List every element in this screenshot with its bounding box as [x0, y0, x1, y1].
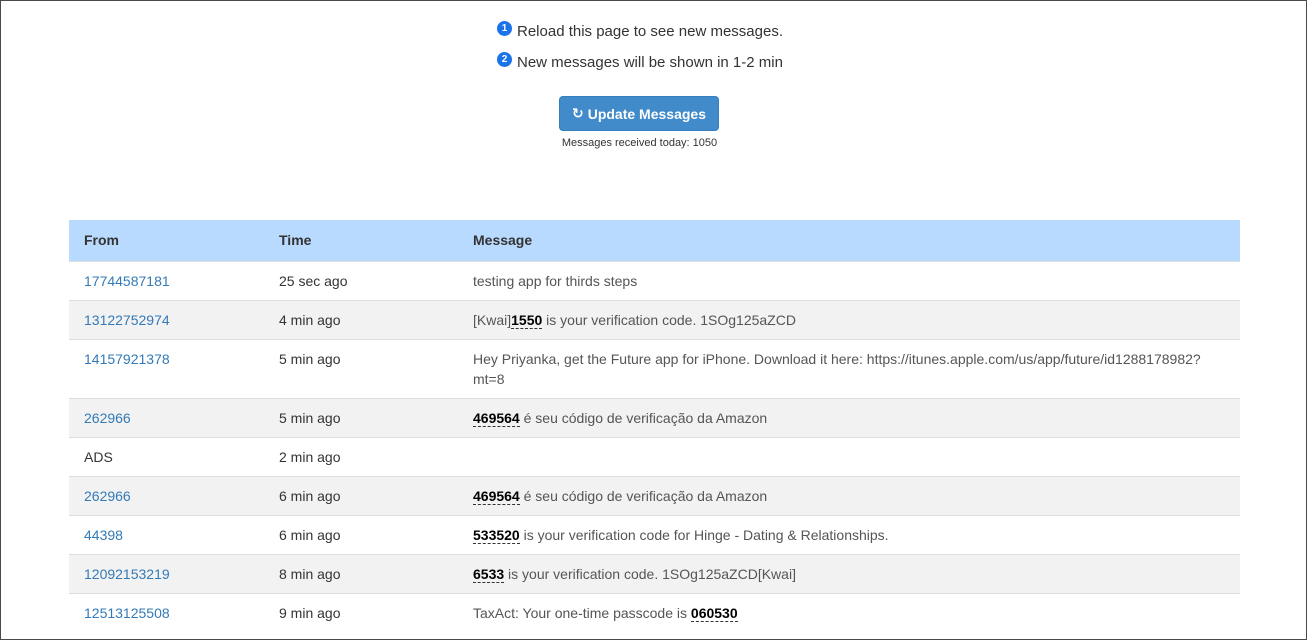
sender-link[interactable]: 13122752974	[84, 312, 170, 328]
cell-time: 5 min ago	[264, 338, 458, 398]
messages-table: From Time Message 17744587181 25 sec ago t…	[69, 220, 1240, 632]
cell-from: 12092153219	[69, 553, 264, 593]
cell-message: Hey Priyanka, get the Future app for iPh…	[458, 338, 1240, 398]
table-row: 262966 6 min ago 469564 é seu código de ve…	[69, 475, 1240, 515]
message-text: é seu código de verificação da Amazon	[519, 487, 768, 504]
messages-count: Messages received today: 1050	[561, 137, 718, 149]
header-from: From	[69, 220, 264, 261]
update-messages-button[interactable]: ↻ Update Messages	[559, 96, 719, 131]
cell-message: TaxAct: Your one-time passcode is 060530	[458, 592, 1240, 632]
cell-time: 9 min ago	[264, 592, 458, 632]
message-text: é seu código de verificação da Amazon	[519, 409, 768, 426]
sender-link[interactable]: 44398	[84, 527, 123, 543]
table-row: 44398 6 min ago 533520 is your verificatio…	[69, 514, 1240, 554]
table-row: 13122752974 4 min ago [Kwai]1550 is your v…	[69, 299, 1240, 339]
cell-time: 2 min ago	[264, 436, 458, 476]
verification-code: 6533	[473, 565, 505, 583]
verification-code: 060530	[690, 604, 738, 622]
cell-from: 262966	[69, 475, 264, 515]
cell-message: [Kwai]1550 is your verification code. 1S…	[458, 299, 1240, 339]
cell-message	[458, 436, 1240, 476]
cell-time: 6 min ago	[264, 475, 458, 515]
number-1-icon: 1	[497, 21, 512, 36]
cell-message: testing app for thirds steps	[458, 260, 1240, 300]
message-text: [Kwai]	[473, 311, 512, 328]
verification-code: 533520	[473, 526, 520, 544]
header-message: Message	[458, 220, 1240, 261]
cell-time: 4 min ago	[264, 299, 458, 339]
header-time: Time	[264, 220, 458, 261]
cell-from: 17744587181	[69, 260, 264, 300]
table-row: 14157921378 5 min ago Hey Priyanka, get th…	[69, 338, 1240, 398]
sender-link[interactable]: 12513125508	[84, 605, 170, 621]
verification-code: 1550	[511, 311, 543, 329]
refresh-icon: ↻	[571, 105, 584, 121]
note-text: Reload this page to see new messages.	[517, 23, 783, 40]
messages-table-body: 17744587181 25 sec ago testing app for thi…	[69, 260, 1240, 632]
table-row: 12513125508 9 min ago TaxAct: Your one-tim…	[69, 592, 1240, 632]
cell-time: 5 min ago	[264, 397, 458, 437]
table-header-row: From Time Message	[69, 220, 1240, 261]
cell-time: 6 min ago	[264, 514, 458, 554]
cell-message: 6533 is your verification code. 1SOg125a…	[458, 553, 1240, 593]
cell-from: 44398	[69, 514, 264, 554]
sender-link[interactable]: 262966	[84, 488, 131, 504]
message-text: testing app for thirds steps	[473, 272, 638, 289]
update-messages-label: Update Messages	[587, 105, 706, 122]
sender-name: ADS	[84, 448, 113, 465]
note-reload: 1 Reload this page to see new messages.	[497, 21, 783, 40]
sender-link[interactable]: 262966	[84, 410, 131, 426]
sender-link[interactable]: 12092153219	[84, 566, 170, 582]
sender-link[interactable]: 17744587181	[84, 273, 170, 289]
cell-message: 469564 é seu código de verificação da Am…	[458, 397, 1240, 437]
verification-code: 469564	[473, 409, 520, 427]
message-text: is your verification code. 1SOg125aZCD[K…	[504, 565, 796, 582]
table-row: ADS 2 min ago	[69, 436, 1240, 476]
note-timing: 2 New messages will be shown in 1-2 min	[497, 52, 783, 71]
cell-message: 469564 é seu código de verificação da Am…	[458, 475, 1240, 515]
cell-from: 14157921378	[69, 338, 264, 398]
table-row: 12092153219 8 min ago 6533 is your verific…	[69, 553, 1240, 593]
cell-from: 12513125508	[69, 592, 264, 632]
note-text: New messages will be shown in 1-2 min	[517, 54, 783, 71]
cell-message: 533520 is your verification code for Hin…	[458, 514, 1240, 554]
cell-time: 25 sec ago	[264, 260, 458, 300]
table-row: 17744587181 25 sec ago testing app for thi…	[69, 260, 1240, 300]
number-2-icon: 2	[497, 52, 512, 67]
verification-code: 469564	[473, 487, 520, 505]
cell-from: 13122752974	[69, 299, 264, 339]
message-text: TaxAct: Your one-time passcode is	[473, 604, 691, 621]
cell-time: 8 min ago	[264, 553, 458, 593]
message-text: Hey Priyanka, get the Future app for iPh…	[473, 350, 1201, 387]
table-row: 262966 5 min ago 469564 é seu código de ve…	[69, 397, 1240, 437]
cell-from: 262966	[69, 397, 264, 437]
sender-link[interactable]: 14157921378	[84, 351, 170, 367]
cell-from: ADS	[69, 436, 264, 476]
message-text: is your verification code for Hinge - Da…	[519, 526, 889, 543]
message-text: is your verification code. 1SOg125aZCD	[542, 311, 796, 328]
